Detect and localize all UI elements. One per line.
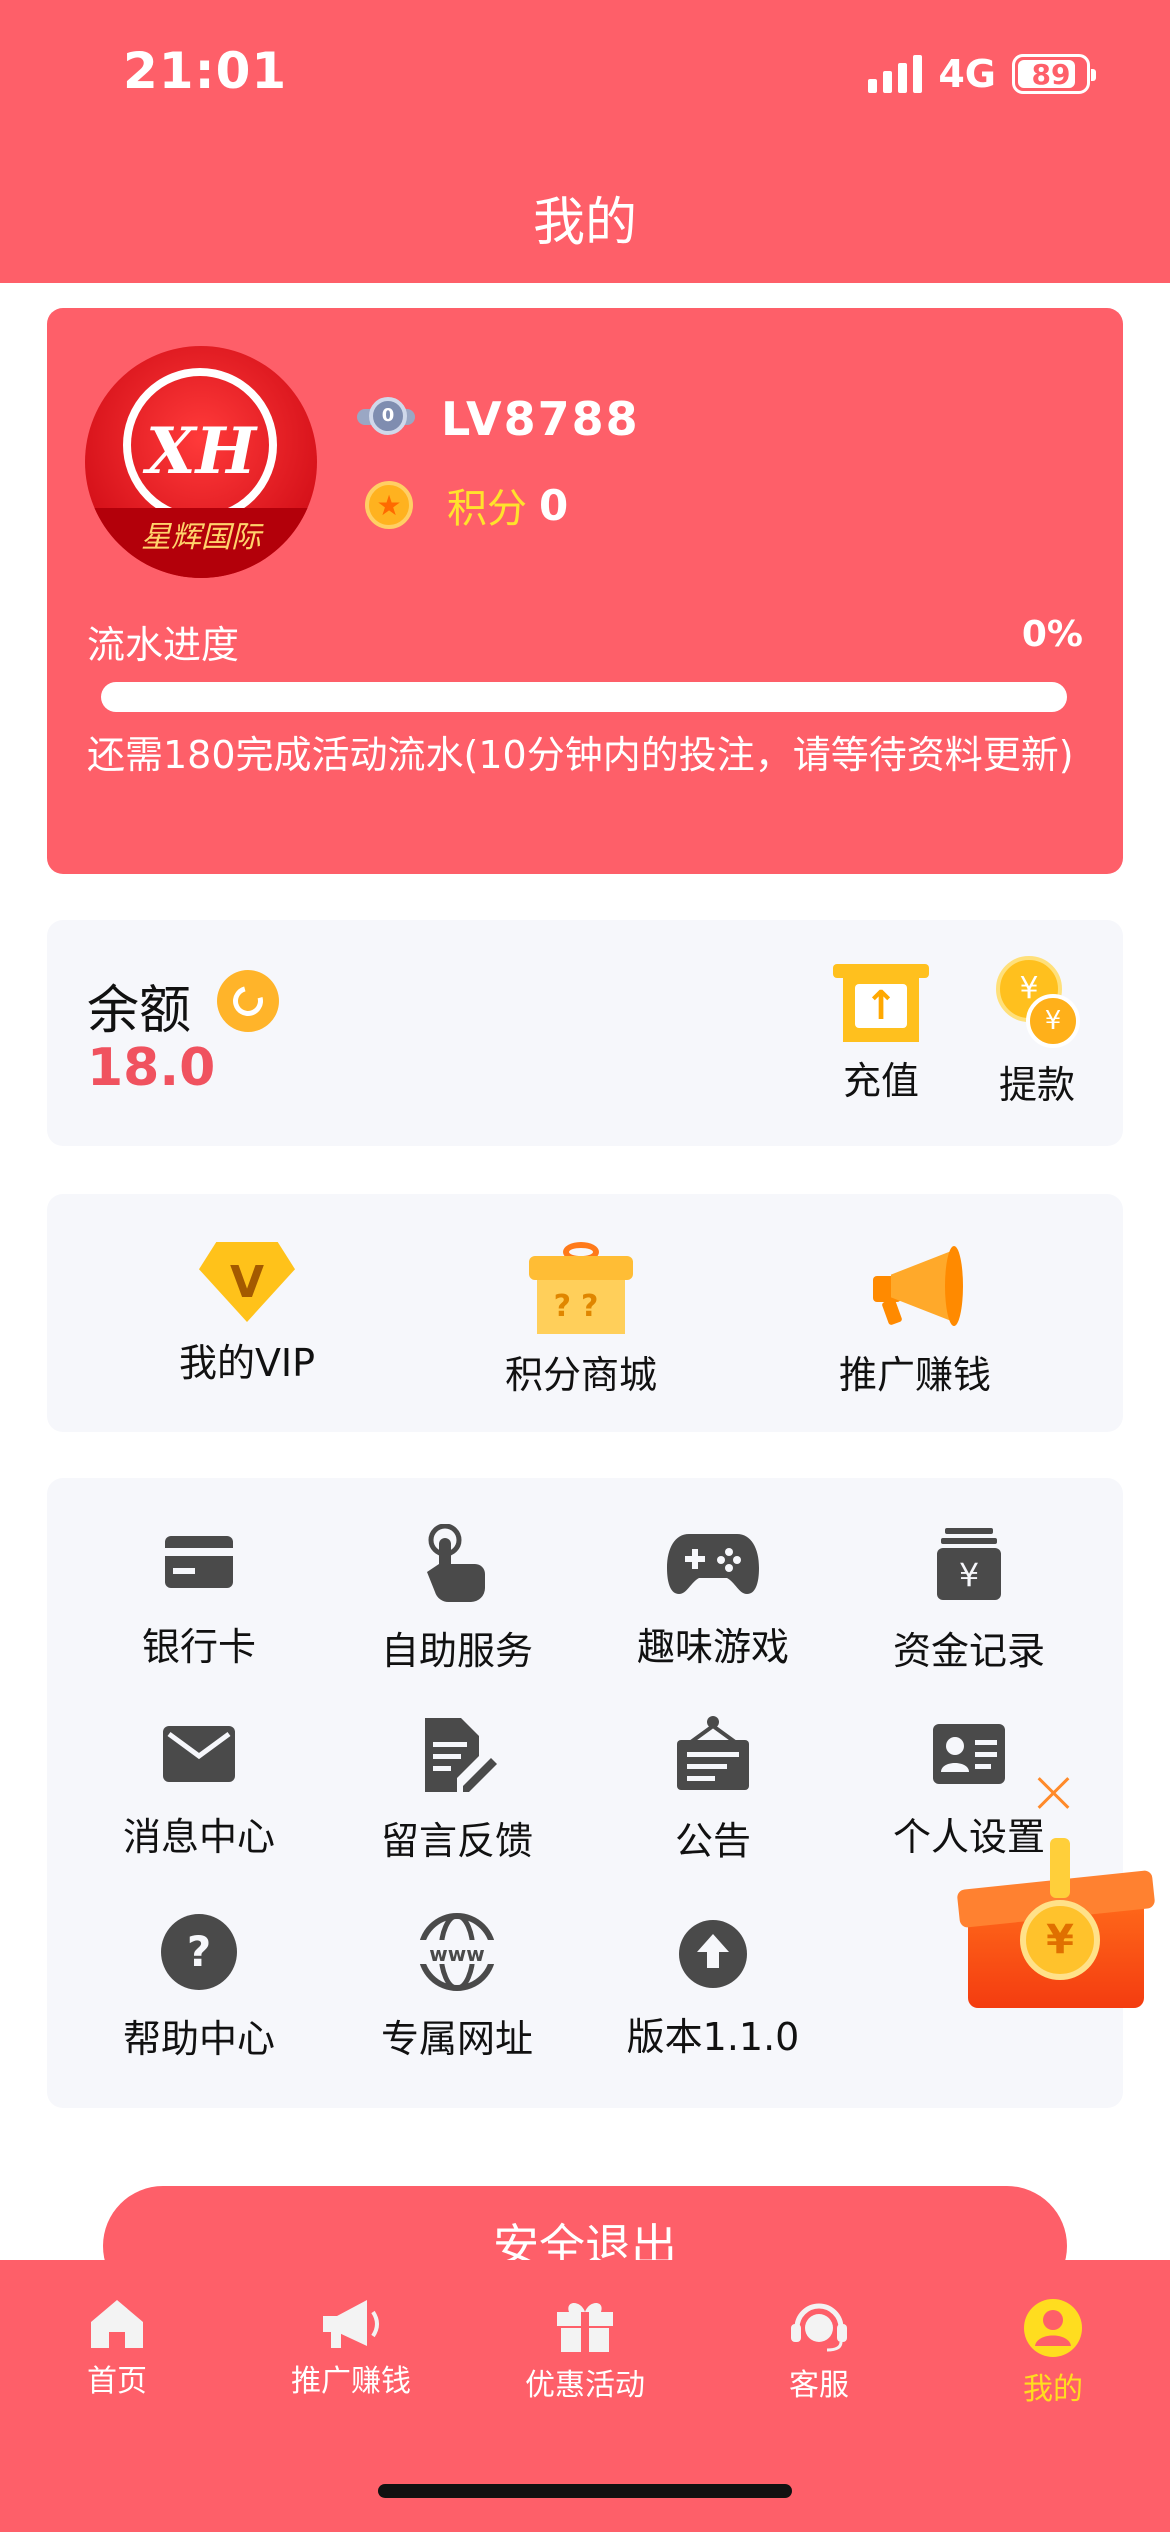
floating-gift-icon[interactable]: ¥: [956, 1838, 1156, 2018]
withdraw-label: 提款: [998, 1063, 1075, 1107]
menu-item-announcement[interactable]: 公告: [593, 1714, 833, 1865]
tab-label: 推广赚钱: [291, 2364, 411, 2399]
gamepad-icon: [667, 1534, 759, 1594]
tab-label: 优惠活动: [525, 2368, 645, 2403]
gift-box-icon: ??: [529, 1242, 633, 1334]
menu-item-label: 趣味游戏: [636, 1625, 789, 1669]
menu-item-fund-records[interactable]: ¥ 资金记录: [849, 1524, 1089, 1675]
upload-arrow-icon: [679, 1920, 747, 1988]
tab-home[interactable]: 首页: [27, 2298, 207, 2400]
points-value: 0: [539, 480, 569, 530]
notice-board-icon: [677, 1716, 749, 1790]
menu-item-message-center[interactable]: 消息中心: [79, 1718, 319, 1861]
menu-item-label: 版本1.1.0: [626, 2015, 800, 2059]
my-vip-button[interactable]: V 我的VIP: [127, 1242, 367, 1387]
tab-promote[interactable]: 推广赚钱: [261, 2298, 441, 2400]
page-title: 我的: [532, 193, 637, 253]
progress-label: 流水进度: [87, 623, 240, 667]
withdraw-button[interactable]: ¥ ¥ 提款: [977, 956, 1097, 1109]
user-icon: [1024, 2299, 1082, 2357]
network-type: 4G: [938, 52, 996, 96]
balance-card: 余额 18.0 ↑ 充值 ¥ ¥ 提款: [47, 920, 1123, 1146]
megaphone-icon: [323, 2300, 379, 2348]
menu-item-label: 公告: [674, 1819, 751, 1863]
headset-icon: [791, 2303, 847, 2352]
battery-level: 89: [1031, 57, 1071, 91]
tab-label: 首页: [87, 2364, 147, 2399]
avatar-monogram: XH: [145, 414, 257, 489]
hand-tap-icon: [427, 1524, 485, 1603]
mail-icon: [163, 1726, 235, 1782]
features-card: V 我的VIP ?? 积分商城 推广赚钱: [47, 1194, 1123, 1432]
tab-mine[interactable]: 我的: [963, 2298, 1143, 2408]
level-text: LV8788: [441, 392, 640, 446]
menu-item-label: 资金记录: [892, 1629, 1045, 1673]
vip-diamond-icon: V: [199, 1242, 295, 1322]
progress-note: 还需180完成活动流水(10分钟内的投注，请等待资料更新): [87, 733, 1074, 777]
menu-item-bank-card[interactable]: 银行卡: [79, 1524, 319, 1671]
svg-text:www: www: [429, 1942, 484, 1966]
menu-item-label: 留言反馈: [380, 1819, 533, 1863]
menu-item-help-center[interactable]: ? 帮助中心: [79, 1912, 319, 2063]
menu-item-exclusive-url[interactable]: www 专属网址: [337, 1912, 577, 2063]
balance-value: 18.0: [87, 1038, 216, 1098]
svg-text:?: ?: [187, 1927, 211, 1976]
menu-item-feedback[interactable]: 留言反馈: [337, 1714, 577, 1865]
menu-item-label: 帮助中心: [122, 2017, 275, 2061]
progress-percent: 0%: [1021, 614, 1083, 655]
deposit-label: 充值: [842, 1059, 919, 1103]
avatar-caption: 星辉国际: [85, 508, 317, 578]
tab-customer-service[interactable]: 客服: [729, 2298, 909, 2404]
points-mall-button[interactable]: ?? 积分商城: [461, 1242, 701, 1399]
help-icon: ?: [161, 1914, 237, 1990]
level-medal-icon: 0: [357, 395, 415, 443]
signal-icon: [868, 55, 923, 93]
bank-card-icon: [165, 1536, 233, 1588]
level-badge: 0: [369, 397, 407, 435]
megaphone-icon: [865, 1242, 965, 1334]
tab-promotions[interactable]: 优惠活动: [495, 2298, 675, 2404]
star-coin-icon: ★: [365, 481, 413, 529]
tab-label: 我的: [1023, 2372, 1083, 2407]
feature-label: 积分商城: [504, 1353, 657, 1397]
refresh-icon[interactable]: [217, 970, 279, 1032]
menu-item-self-service[interactable]: 自助服务: [337, 1524, 577, 1675]
status-indicators: 4G 89: [868, 52, 1096, 96]
battery-icon: 89: [1012, 54, 1096, 94]
balance-label: 余额: [87, 981, 192, 1041]
home-icon: [91, 2300, 143, 2348]
menu-item-version[interactable]: 版本1.1.0: [593, 1918, 833, 2061]
id-card-icon: [933, 1724, 1005, 1784]
feedback-doc-icon: [425, 1718, 497, 1792]
coins-icon: ¥ ¥: [992, 956, 1082, 1048]
menu-item-label: 专属网址: [380, 2017, 533, 2061]
feature-label: 我的VIP: [178, 1341, 316, 1385]
home-indicator: [378, 2484, 792, 2498]
progress-bar: [101, 682, 1067, 712]
deposit-button[interactable]: ↑ 充值: [821, 964, 941, 1105]
svg-text:¥: ¥: [959, 1556, 979, 1594]
level-row: 0 LV8788: [357, 392, 640, 446]
points-label: 积分: [447, 486, 527, 532]
avatar[interactable]: XH 星辉国际: [85, 346, 317, 578]
gift-icon: [557, 2303, 613, 2352]
menu-item-label: 银行卡: [141, 1625, 256, 1669]
feature-label: 推广赚钱: [838, 1353, 991, 1397]
money-record-icon: ¥: [937, 1528, 1001, 1600]
profile-card: XH 星辉国际 0 LV8788 ★ 积分 0 流水进度 0% 还需180完成活…: [47, 308, 1123, 874]
tab-label: 客服: [789, 2368, 849, 2403]
close-icon[interactable]: [1036, 1774, 1072, 1810]
menu-item-label: 消息中心: [122, 1815, 275, 1859]
points-row: ★ 积分 0: [365, 476, 568, 534]
www-globe-icon: www: [417, 1913, 497, 1991]
status-time: 21:01: [123, 42, 288, 100]
deposit-icon: ↑: [833, 964, 929, 1042]
menu-item-label: 自助服务: [380, 1629, 533, 1673]
promote-earn-button[interactable]: 推广赚钱: [795, 1242, 1035, 1399]
top-bar: 21:01 4G 89 我的: [0, 0, 1170, 283]
menu-item-fun-games[interactable]: 趣味游戏: [593, 1524, 833, 1671]
